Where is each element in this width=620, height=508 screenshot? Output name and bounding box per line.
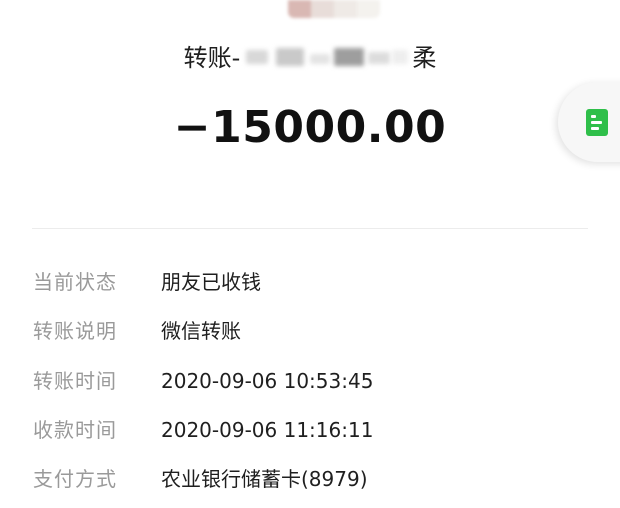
detail-value: 微信转账 xyxy=(161,319,241,343)
detail-row-status: 当前状态 朋友已收钱 xyxy=(0,258,620,306)
avatar-blurred xyxy=(288,0,380,18)
detail-value: 2020-09-06 11:16:11 xyxy=(161,418,374,442)
masked-recipient-name xyxy=(242,44,410,70)
detail-row-transfer-time: 转账时间 2020-09-06 10:53:45 xyxy=(0,357,620,405)
detail-label: 收款时间 xyxy=(33,418,117,442)
detail-label: 转账时间 xyxy=(33,369,117,393)
detail-row-description: 转账说明 微信转账 xyxy=(0,307,620,355)
transfer-amount: −15000.00 xyxy=(173,102,447,153)
title-suffix: 柔 xyxy=(412,44,437,72)
detail-row-receive-time: 收款时间 2020-09-06 11:16:11 xyxy=(0,406,620,454)
detail-value: 农业银行储蓄卡(8979) xyxy=(161,467,368,491)
divider xyxy=(32,228,588,229)
detail-label: 当前状态 xyxy=(33,270,117,294)
detail-row-payment-method: 支付方式 农业银行储蓄卡(8979) xyxy=(0,455,620,503)
detail-label: 支付方式 xyxy=(33,467,117,491)
title-prefix: 转账- xyxy=(183,44,241,72)
transfer-detail-screen: 转账- 柔 −15000.00 当前状态 朋友已收钱 转账说明 微信转账 转账时… xyxy=(0,0,620,508)
receipt-document-icon xyxy=(586,109,608,136)
transfer-title: 转账- 柔 xyxy=(0,42,620,74)
detail-label: 转账说明 xyxy=(33,319,117,343)
detail-value: 朋友已收钱 xyxy=(161,270,261,294)
detail-value: 2020-09-06 10:53:45 xyxy=(161,369,374,393)
